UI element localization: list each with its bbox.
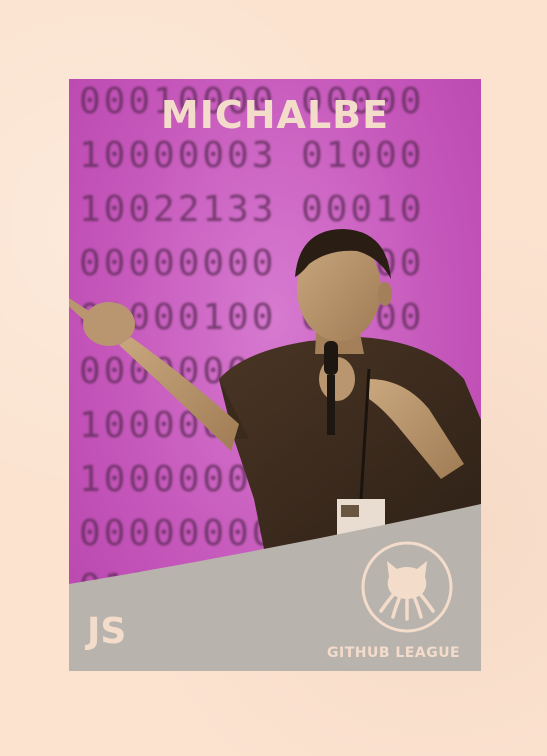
trading-card: 00010000 00000 10000003 01000 10022133 0… [69,79,481,671]
language-label: JS [87,611,127,652]
league-label: GITHUB LEAGUE [327,645,461,661]
octocat-icon [361,541,453,633]
